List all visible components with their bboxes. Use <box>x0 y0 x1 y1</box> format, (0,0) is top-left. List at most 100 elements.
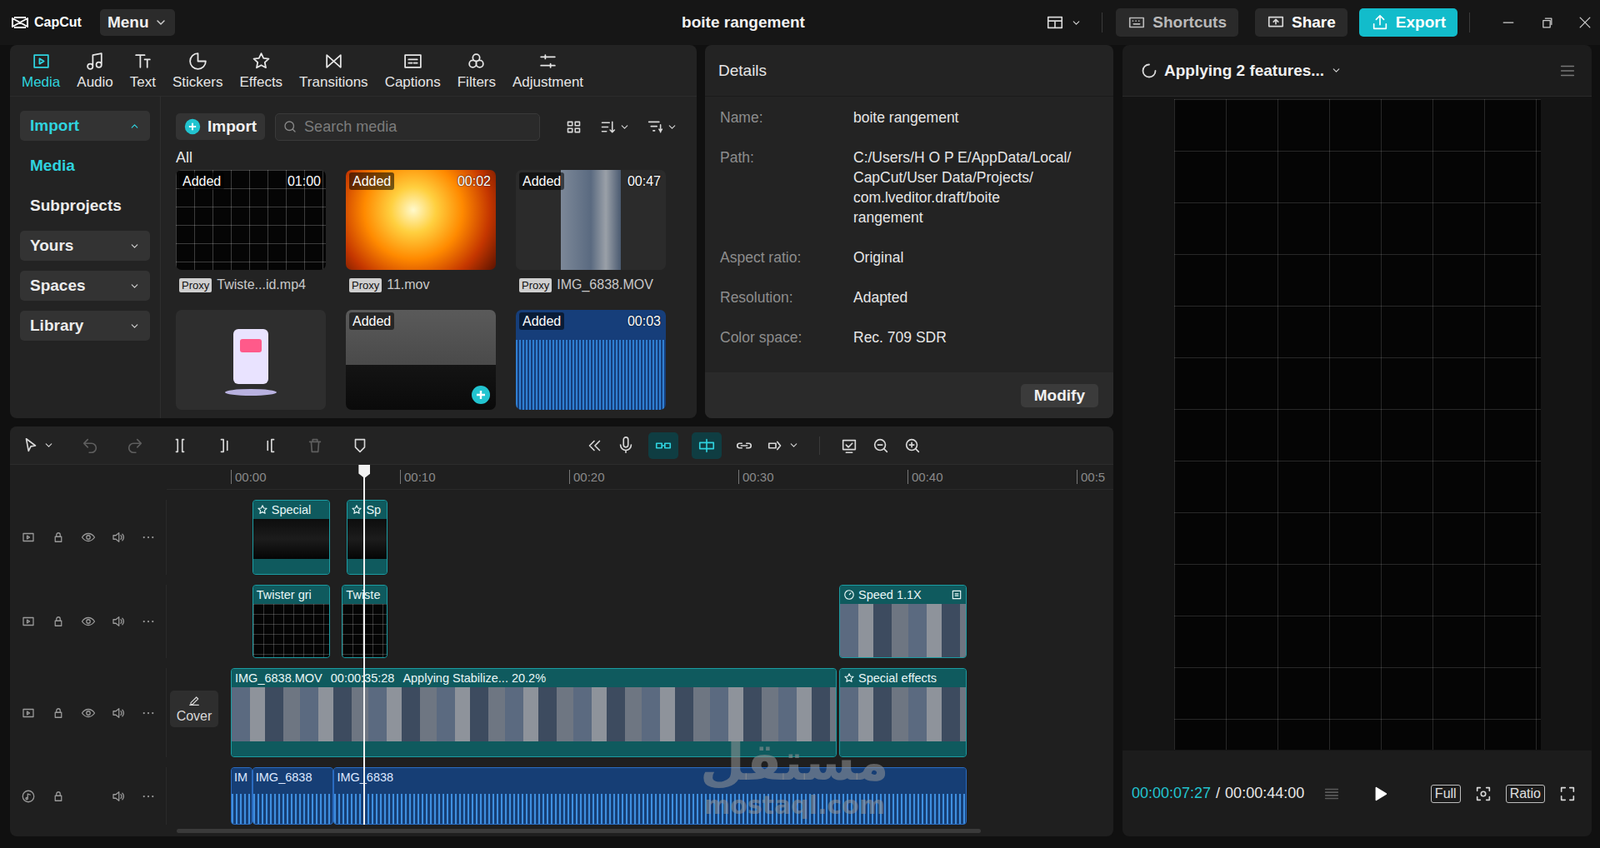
auto-snap-toggle[interactable] <box>691 432 722 460</box>
list-icon[interactable] <box>1322 785 1341 804</box>
more-icon[interactable] <box>140 530 156 545</box>
clip-thumbnails <box>231 687 836 742</box>
sidebar-item[interactable]: Library <box>20 310 150 341</box>
share-button[interactable]: Share <box>1255 8 1348 37</box>
replace-icon[interactable] <box>766 436 785 455</box>
main-track-magnet-toggle[interactable] <box>648 432 679 460</box>
grid-view-icon[interactable] <box>565 118 583 136</box>
media-card[interactable]: Added00:02Proxy11.mov <box>345 170 496 295</box>
filter-icon[interactable] <box>646 118 665 136</box>
import-button[interactable]: Import <box>175 113 265 140</box>
eye-icon[interactable] <box>80 530 96 545</box>
timeline-clip[interactable]: Special <box>252 500 330 575</box>
media-card[interactable] <box>175 310 326 410</box>
timeline-panel: 00:0000:1000:2000:3000:4000:5 SpecialSpTw… <box>10 426 1114 837</box>
tool-tab[interactable]: Effects <box>239 50 283 91</box>
timeline-clip[interactable]: IMG_6838 <box>252 767 335 825</box>
volume-icon[interactable] <box>110 789 126 805</box>
zoom-out-icon[interactable] <box>871 436 890 455</box>
tool-tab[interactable]: Stickers <box>172 50 223 91</box>
timeline-clip[interactable]: IM <box>230 767 253 825</box>
timeline-clip[interactable]: Speed 1.1X <box>839 585 967 659</box>
detail-row: Resolution:Adapted <box>720 287 1102 308</box>
more-icon[interactable] <box>140 614 156 630</box>
link-icon[interactable] <box>735 436 754 455</box>
lock-icon[interactable] <box>50 530 66 545</box>
delete-icon[interactable] <box>305 436 325 455</box>
marker-icon[interactable] <box>350 436 370 455</box>
media-card[interactable]: Added00:03 <box>515 310 666 410</box>
fullscreen-icon[interactable] <box>1558 785 1577 804</box>
zoom-in-icon[interactable] <box>903 436 922 455</box>
collapse-icon[interactable] <box>585 436 604 455</box>
add-to-timeline-icon[interactable] <box>470 385 491 405</box>
microphone-icon[interactable] <box>616 436 635 455</box>
timeline-clip[interactable]: Twister gri <box>252 585 330 659</box>
sidebar-item[interactable]: Yours <box>20 230 150 261</box>
play-icon[interactable] <box>1370 785 1390 804</box>
lock-icon[interactable] <box>50 789 66 805</box>
tool-tab[interactable]: Filters <box>457 50 496 91</box>
timeline-clip[interactable]: Sp <box>346 500 388 575</box>
menu-icon[interactable] <box>1558 61 1577 80</box>
sidebar-item[interactable]: Spaces <box>20 270 150 301</box>
time-ruler[interactable]: 00:0000:1000:2000:3000:4000:5 <box>166 465 1114 490</box>
media-card[interactable]: Added <box>345 310 496 410</box>
tool-tab[interactable]: Transitions <box>299 50 369 91</box>
redo-icon[interactable] <box>125 436 145 455</box>
shortcuts-button[interactable]: Shortcuts <box>1115 8 1239 37</box>
timeline-clip[interactable]: IMG_6838 <box>333 767 967 825</box>
volume-icon[interactable] <box>110 705 126 721</box>
media-card[interactable]: Added01:00ProxyTwiste...id.mp4 <box>175 170 326 295</box>
processing-status[interactable]: Applying 2 features... <box>1164 61 1325 80</box>
split-left-icon[interactable] <box>215 436 235 455</box>
media-card[interactable]: Added00:47ProxyIMG_6838.MOV <box>515 170 666 295</box>
sort-icon[interactable] <box>599 118 617 136</box>
full-button[interactable]: Full <box>1430 785 1461 804</box>
sidebar-item[interactable]: Subprojects <box>20 190 150 221</box>
eye-icon[interactable] <box>80 705 96 721</box>
more-icon[interactable] <box>140 789 156 805</box>
modify-button[interactable]: Modify <box>1020 384 1099 408</box>
minimize-icon <box>1500 14 1517 31</box>
volume-icon[interactable] <box>110 614 126 630</box>
select-arrow-icon[interactable] <box>21 436 40 455</box>
cover-button[interactable]: Cover <box>170 690 219 728</box>
timeline-clip[interactable]: Special effects <box>839 668 967 758</box>
split-right-icon[interactable] <box>260 436 280 455</box>
sidebar-item[interactable]: Import <box>20 110 150 141</box>
restore-button[interactable] <box>1538 14 1555 31</box>
sidebar-item[interactable]: Media <box>20 150 150 181</box>
tool-tab[interactable]: Text <box>130 50 156 91</box>
search-field[interactable] <box>275 113 540 141</box>
tool-tab[interactable]: Captions <box>385 50 441 91</box>
split-icon[interactable] <box>170 436 190 455</box>
menu-button[interactable]: Menu <box>100 9 175 36</box>
eye-icon[interactable] <box>80 614 96 630</box>
added-badge: Added <box>179 172 225 190</box>
project-title: boite rangement <box>583 13 904 32</box>
search-input[interactable] <box>302 117 533 137</box>
timeline-track: Cover IMG_6838.MOV00:00:35:28Applying Sta… <box>10 668 1114 758</box>
volume-icon[interactable] <box>110 530 126 545</box>
detail-row: Name:boite rangement <box>720 107 1102 128</box>
layout-button[interactable] <box>1045 13 1082 32</box>
close-button[interactable] <box>1576 14 1594 31</box>
timeline-scrollbar[interactable] <box>176 829 981 834</box>
focus-icon[interactable] <box>1474 785 1493 804</box>
media-thumbnail: Added00:02 <box>345 170 496 270</box>
more-icon[interactable] <box>140 705 156 721</box>
playhead[interactable] <box>363 465 365 825</box>
ratio-button[interactable]: Ratio <box>1505 785 1545 804</box>
tool-tab[interactable]: Adjustment <box>512 50 584 91</box>
export-button[interactable]: Export <box>1359 8 1458 37</box>
minimize-button[interactable] <box>1500 14 1517 31</box>
tool-tab[interactable]: Media <box>21 50 60 91</box>
clip-thumbnails <box>253 604 330 658</box>
undo-icon[interactable] <box>80 436 100 455</box>
lock-icon[interactable] <box>50 614 66 630</box>
lock-icon[interactable] <box>50 705 66 721</box>
preview-axis-icon[interactable] <box>840 436 859 455</box>
tool-tab[interactable]: Audio <box>76 50 113 91</box>
timeline-clip[interactable]: IMG_6838.MOV00:00:35:28Applying Stabiliz… <box>230 668 837 758</box>
